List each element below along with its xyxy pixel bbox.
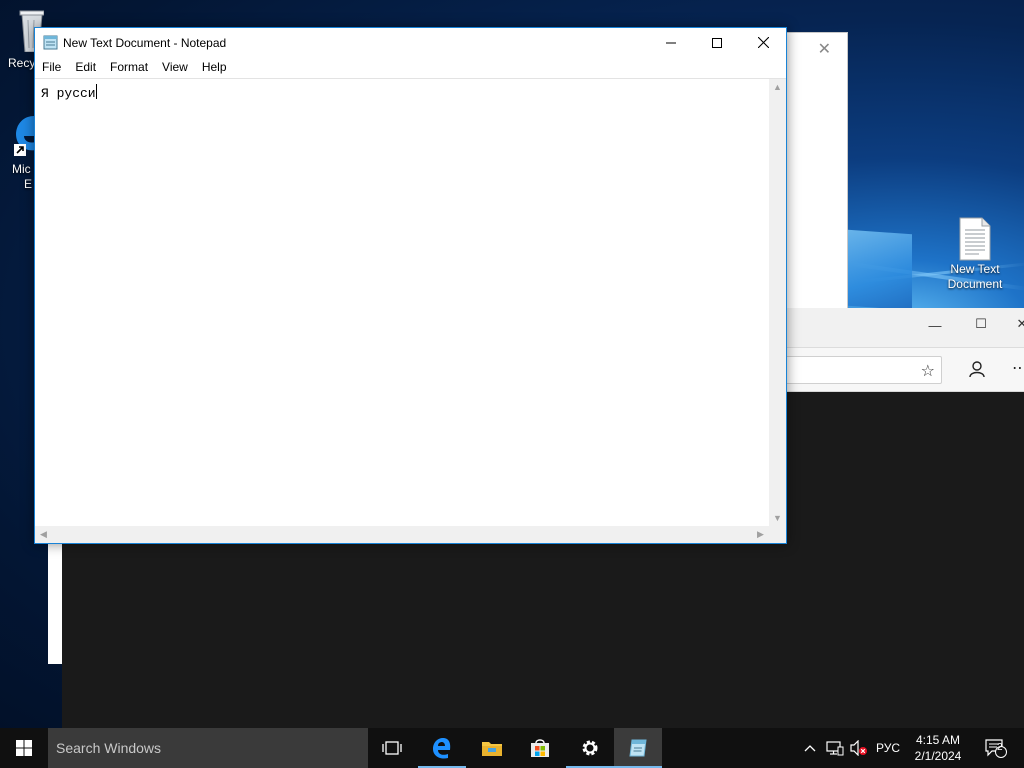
menu-bar: File Edit Format View Help [35,57,786,77]
input-language-indicator[interactable]: РУС [872,728,904,768]
gear-icon [582,740,598,756]
horizontal-scrollbar[interactable]: ◀ ▶ [35,526,769,543]
scroll-right-icon[interactable]: ▶ [752,526,769,543]
folder-icon [482,742,502,756]
scroll-up-icon[interactable]: ▲ [769,79,786,96]
network-icon [826,741,844,756]
profile-icon[interactable] [968,360,986,378]
minimize-icon [666,42,676,43]
volume-muted-icon [850,740,867,756]
more-options-icon[interactable]: ⋯ [1012,358,1024,378]
menu-help[interactable]: Help [195,57,234,77]
text-caret [95,84,97,99]
menu-edit[interactable]: Edit [68,57,103,77]
clock-date: 2/1/2024 [914,749,962,763]
close-icon[interactable]: ✕ [818,39,831,59]
chevron-up-icon [804,745,816,752]
notepad-icon [43,35,58,50]
menu-format[interactable]: Format [103,57,155,77]
minimize-button[interactable] [648,28,694,57]
show-hidden-icons-button[interactable] [800,728,820,768]
taskbar-app-notepad[interactable] [614,728,662,768]
volume-button[interactable] [848,728,870,768]
taskbar: Search Windows РУС 4:15 AM 2/1/2024 2 [0,728,1024,768]
desktop-icon-new-text-document[interactable]: New Text Document [940,216,1010,292]
text-document-icon [959,217,991,261]
notification-icon [985,739,1007,758]
scroll-down-icon[interactable]: ▼ [769,510,786,527]
window-title: New Text Document - Notepad [63,36,227,50]
notepad-window[interactable]: New Text Document - Notepad File Edit Fo… [34,27,787,544]
search-placeholder: Search Windows [56,740,162,756]
close-button[interactable] [740,28,786,57]
background-dialog-window[interactable]: ✕ [780,32,848,310]
maximize-icon [712,37,722,48]
vertical-scrollbar[interactable]: ▲ ▼ [769,79,786,527]
language-label: РУС [875,741,901,755]
notification-count-badge: 2 [997,742,1003,753]
close-icon[interactable]: ✕ [1012,316,1024,332]
edge-icon [433,738,451,759]
text-editor-area[interactable]: Я русси ▲ ▼ ◀ ▶ [35,78,786,543]
menu-file[interactable]: File [35,57,68,77]
store-icon [531,739,549,757]
action-center-button[interactable]: 2 [976,728,1016,768]
desktop-icon-label-line2: Document [947,277,1003,291]
maximize-button[interactable] [694,28,740,57]
scroll-left-icon[interactable]: ◀ [35,526,52,543]
close-icon [757,37,769,48]
windows-logo-icon [16,740,32,756]
document-text[interactable]: Я русси [41,84,97,101]
favorite-star-icon[interactable]: ☆ [921,361,935,381]
start-button[interactable] [0,728,48,768]
taskbar-app-edge[interactable] [418,728,466,768]
taskbar-search-box[interactable]: Search Windows [48,728,368,768]
minimize-icon[interactable]: — [922,318,948,333]
taskbar-app-file-explorer[interactable] [468,728,516,768]
taskbar-app-store[interactable] [516,728,564,768]
notepad-titlebar[interactable]: New Text Document - Notepad [35,28,786,57]
network-button[interactable] [824,728,846,768]
notepad-icon [629,739,647,757]
taskbar-clock[interactable]: 4:15 AM 2/1/2024 [908,732,968,764]
clock-time: 4:15 AM [915,733,961,747]
taskbar-app-settings[interactable] [566,728,614,768]
wallpaper-window-pane [848,229,912,311]
menu-view[interactable]: View [155,57,195,77]
task-view-icon [382,741,402,755]
maximize-icon[interactable]: ☐ [968,316,994,332]
document-content: Я русси [41,86,96,101]
resize-grip[interactable] [769,526,786,543]
desktop-icon-label: New Text [950,262,1000,276]
task-view-button[interactable] [368,728,416,768]
